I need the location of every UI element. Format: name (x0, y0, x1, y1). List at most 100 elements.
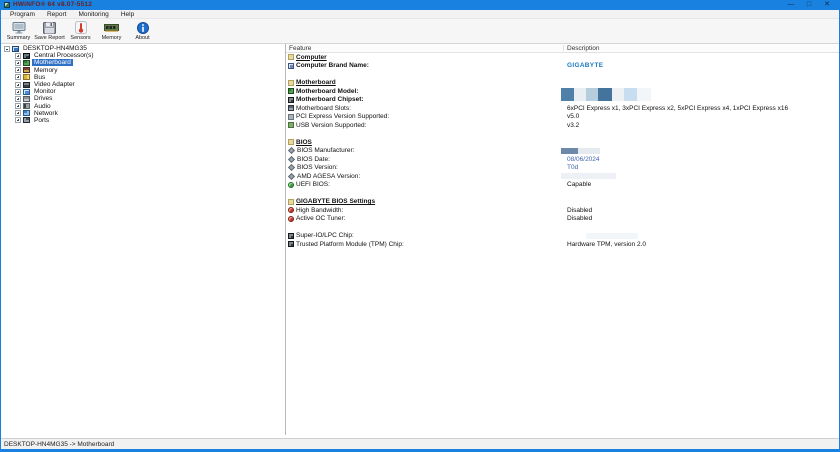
table-row[interactable]: Motherboard Model: (286, 87, 839, 96)
table-row[interactable]: Trusted Platform Module (TPM) Chip: Hard… (286, 240, 839, 249)
expand-icon[interactable] (15, 67, 21, 73)
table-row[interactable]: BIOS Version: T0d (286, 164, 839, 173)
column-header-feature[interactable]: Feature (289, 45, 311, 52)
feature-label: AMD AGESA Version: (297, 173, 360, 180)
window-title: HWiNFO® 64 v8.07-5512 (13, 0, 92, 10)
expand-icon[interactable] (15, 103, 21, 109)
tree-item-label: Network (32, 110, 60, 117)
motherboard-icon (288, 88, 294, 94)
expand-icon[interactable] (15, 74, 21, 80)
table-row[interactable]: Super-IO/LPC Chip: (286, 232, 839, 241)
menu-program[interactable]: Program (4, 10, 41, 19)
feature-label: BIOS Version: (297, 164, 338, 171)
expand-icon[interactable] (15, 60, 21, 66)
memory-icon (23, 67, 30, 73)
table-row[interactable]: Active OC Tuner: Disabled (286, 215, 839, 224)
tree-item-ports[interactable]: Ports (1, 117, 285, 124)
toolbar: Summary Save Report Sensors Memory About (1, 19, 839, 44)
tree-item-bus[interactable]: Bus (1, 74, 285, 81)
expand-icon[interactable] (15, 89, 21, 95)
menu-monitoring[interactable]: Monitoring (72, 10, 114, 19)
toolbar-button-label: Sensors (70, 35, 90, 41)
bios-icon (288, 173, 295, 180)
section-row-bios[interactable]: BIOS (286, 138, 839, 147)
redacted-value (586, 233, 638, 239)
description-value: 6xPCI Express x1, 3xPCI Express x2, 5xPC… (567, 104, 788, 113)
section-row-gigabyte-bios-settings[interactable]: GIGABYTE BIOS Settings (286, 198, 839, 207)
feature-label: Super-IO/LPC Chip: (296, 232, 354, 239)
table-row[interactable]: BIOS Manufacturer: (286, 147, 839, 156)
section-icon (288, 80, 294, 86)
chip-icon (288, 233, 294, 239)
expand-icon[interactable] (15, 117, 21, 123)
tree-item-monitor[interactable]: Monitor (1, 88, 285, 95)
network-icon (23, 110, 30, 116)
redacted-value (561, 88, 651, 101)
column-divider[interactable] (563, 45, 564, 51)
maximize-icon[interactable]: □ (800, 0, 818, 10)
floppy-icon (42, 21, 57, 34)
table-row[interactable]: BIOS Date: 08/06/2024 (286, 155, 839, 164)
section-label: Computer (296, 54, 327, 61)
table-row[interactable]: Motherboard Slots: 6xPCI Express x1, 3xP… (286, 104, 839, 113)
section-row-motherboard[interactable]: Motherboard (286, 79, 839, 88)
feature-label: BIOS Manufacturer: (297, 147, 354, 154)
column-header-description[interactable]: Description (567, 45, 600, 52)
about-button[interactable]: About (127, 19, 158, 43)
expand-icon[interactable] (15, 110, 21, 116)
feature-label: Active OC Tuner: (296, 215, 346, 222)
table-row[interactable]: High Bandwidth: Disabled (286, 206, 839, 215)
tree-item-label: Monitor (32, 88, 58, 95)
save-report-button[interactable]: Save Report (34, 19, 65, 43)
table-row[interactable]: AMD AGESA Version: (286, 172, 839, 181)
feature-label: UEFI BIOS: (296, 181, 330, 188)
tree-item-central-processors[interactable]: Central Processor(s) (1, 52, 285, 59)
description-value: Hardware TPM, version 2.0 (567, 240, 646, 249)
description-value: 08/06/2024 (567, 155, 600, 164)
summary-button[interactable]: Summary (3, 19, 34, 43)
tree-item-audio[interactable]: Audio (1, 103, 285, 110)
description-value: v3.2 (567, 121, 579, 130)
minimize-icon[interactable]: — (782, 0, 800, 10)
description-value: v5.0 (567, 113, 579, 122)
feature-label: BIOS Date: (297, 156, 330, 163)
feature-label: Motherboard Chipset: (296, 96, 364, 103)
tree-root-computer[interactable]: DESKTOP-HN4MG35 (1, 45, 285, 52)
check-icon (288, 182, 294, 188)
section-label: GIGABYTE BIOS Settings (296, 198, 375, 205)
tree-item-label: Ports (32, 117, 51, 124)
toolbar-button-label: Save Report (34, 35, 65, 41)
tree-item-memory[interactable]: Memory (1, 67, 285, 74)
tree-item-label: Motherboard (32, 59, 73, 66)
monitor-icon (23, 89, 30, 95)
table-row[interactable]: Computer Brand Name: GIGABYTE (286, 62, 839, 71)
expand-icon[interactable] (15, 82, 21, 88)
status-bar: DESKTOP-HN4MG35 -> Motherboard (1, 438, 839, 449)
table-row[interactable]: UEFI BIOS: Capable (286, 181, 839, 190)
ports-icon (23, 117, 30, 123)
close-icon[interactable]: ✕ (818, 0, 836, 10)
menu-report[interactable]: Report (41, 10, 73, 19)
description-value: Capable (567, 181, 591, 190)
toolbar-button-label: Memory (102, 35, 122, 41)
collapse-icon[interactable] (4, 46, 10, 52)
section-row-computer[interactable]: Computer (286, 53, 839, 62)
description-value: T0d (567, 164, 578, 173)
video-adapter-icon (23, 82, 30, 88)
tree-item-drives[interactable]: Drives (1, 95, 285, 102)
memory-button[interactable]: Memory (96, 19, 127, 43)
bios-icon (288, 156, 295, 163)
menu-help[interactable]: Help (115, 10, 140, 19)
slot-icon (288, 105, 294, 111)
expand-icon[interactable] (15, 96, 21, 102)
redacted-value (561, 148, 600, 154)
tree-item-motherboard[interactable]: Motherboard (1, 59, 285, 66)
feature-label: Computer Brand Name: (296, 62, 369, 69)
feature-label: Motherboard Model: (296, 88, 358, 95)
sensors-button[interactable]: Sensors (65, 19, 96, 43)
table-row[interactable]: USB Version Supported: v3.2 (286, 121, 839, 130)
tree-item-video-adapter[interactable]: Video Adapter (1, 81, 285, 88)
table-row[interactable]: PCI Express Version Supported: v5.0 (286, 113, 839, 122)
expand-icon[interactable] (15, 53, 21, 59)
tree-item-network[interactable]: Network (1, 110, 285, 117)
